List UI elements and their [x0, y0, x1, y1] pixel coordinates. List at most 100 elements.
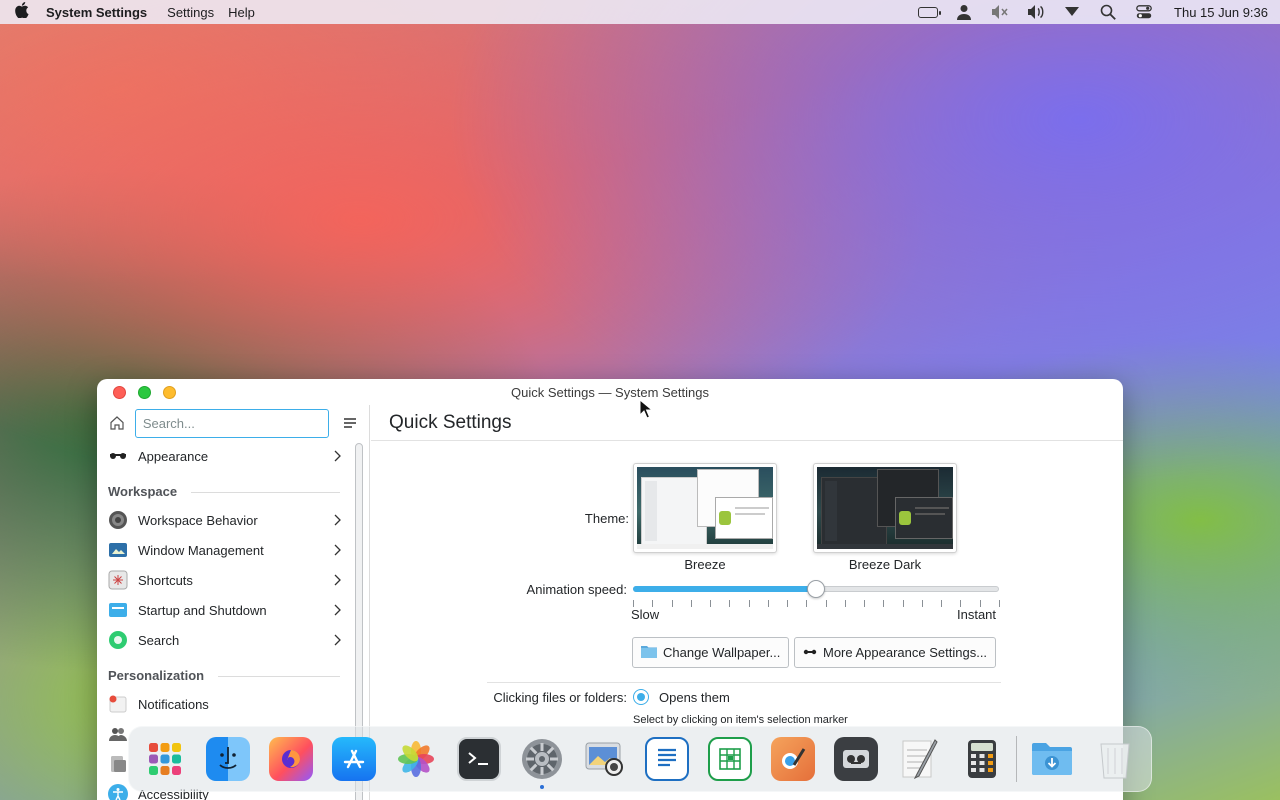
- sidebar-item-workspace-behavior[interactable]: Workspace Behavior: [97, 505, 351, 535]
- sidebar-section-personalization: Personalization: [97, 655, 351, 689]
- battery-icon[interactable]: [918, 4, 942, 20]
- apple-icon[interactable]: [12, 1, 32, 23]
- notifications-icon: [108, 694, 128, 714]
- menu-settings[interactable]: Settings: [167, 5, 214, 20]
- dock: [128, 726, 1152, 792]
- sidebar-item-shortcuts[interactable]: Shortcuts: [97, 565, 351, 595]
- opens-them-option[interactable]: Opens them: [633, 689, 730, 705]
- slider-tick: [999, 600, 1000, 607]
- slider-tick: [825, 600, 827, 607]
- hamburger-menu-icon[interactable]: [341, 414, 359, 432]
- shortcuts-icon: [108, 570, 128, 590]
- accessibility-icon: [108, 784, 128, 800]
- slider-instant-label: Instant: [957, 607, 997, 622]
- theme-name-breeze-dark: Breeze Dark: [848, 557, 922, 572]
- sidebar-item-window-management[interactable]: Window Management: [97, 535, 351, 565]
- control-center-icon[interactable]: [1134, 4, 1154, 20]
- downloads-folder-icon[interactable]: [1030, 736, 1074, 782]
- running-indicator: [539, 785, 544, 789]
- firefox-icon[interactable]: [268, 736, 313, 782]
- menubar-clock[interactable]: Thu 15 Jun 9:36: [1174, 5, 1268, 20]
- slider-fill: [633, 586, 816, 592]
- animation-speed-slider[interactable]: [633, 580, 999, 600]
- opens-them-radio[interactable]: [633, 689, 649, 705]
- system-settings-icon[interactable]: [520, 736, 564, 789]
- app-store-icon[interactable]: [331, 736, 376, 782]
- slider-tick: [671, 600, 673, 607]
- slider-handle[interactable]: [807, 580, 825, 598]
- slider-tick: [844, 600, 846, 607]
- minimize-window-button[interactable]: [163, 385, 176, 399]
- tape-recorder-icon[interactable]: [834, 736, 879, 782]
- theme-preview-dark: [817, 467, 953, 549]
- text-editor-icon[interactable]: [897, 736, 941, 782]
- change-wallpaper-button[interactable]: Change Wallpaper...: [632, 637, 790, 668]
- sidebar-item-search[interactable]: Search: [97, 625, 351, 655]
- slider-slow-label: Slow: [631, 607, 660, 622]
- sidebar-item-appearance[interactable]: Appearance: [97, 441, 351, 471]
- more-appearance-settings-button[interactable]: More Appearance Settings...: [794, 637, 997, 668]
- window-management-icon: [108, 540, 128, 560]
- paint-icon[interactable]: [771, 736, 816, 782]
- slider-tick: [902, 600, 904, 607]
- slider-tick: [633, 600, 634, 607]
- sidebar-item-label: Search: [138, 632, 180, 648]
- slider-tick: [690, 600, 692, 607]
- sidebar-item-startup-shutdown[interactable]: Startup and Shutdown: [97, 595, 351, 625]
- trash-icon[interactable]: [1093, 736, 1137, 782]
- sidebar-search-input[interactable]: [134, 408, 330, 438]
- menu-help[interactable]: Help: [228, 5, 255, 20]
- menubar-app-name[interactable]: System Settings: [46, 5, 147, 20]
- theme-option-breeze[interactable]: [633, 463, 777, 553]
- user-icon[interactable]: [954, 4, 974, 20]
- sidebar-item-notifications[interactable]: Notifications: [97, 689, 351, 719]
- app-launcher-icon[interactable]: [143, 736, 187, 782]
- appearance-icon: [803, 645, 817, 660]
- menu-bar: System Settings Settings Help Thu 15 Jun…: [0, 0, 1280, 24]
- window-title: Quick Settings — System Settings: [511, 384, 709, 400]
- sidebar-section-workspace: Workspace: [97, 471, 351, 505]
- search-icon[interactable]: [1098, 4, 1118, 20]
- sidebar-item-label: Workspace Behavior: [138, 512, 258, 528]
- slider-tick: [960, 600, 962, 607]
- calc-spreadsheet-icon[interactable]: [708, 736, 753, 782]
- close-window-button[interactable]: [113, 385, 126, 399]
- theme-label: Theme:: [584, 511, 629, 526]
- maximize-window-button[interactable]: [138, 385, 151, 399]
- screenshot-icon[interactable]: [583, 736, 627, 782]
- sidebar-search-row: [97, 405, 369, 441]
- slider-tick: [883, 600, 885, 607]
- dock-separator: [1016, 736, 1018, 782]
- slider-tick: [767, 600, 769, 607]
- users-icon: [108, 724, 128, 744]
- startup-icon: [108, 600, 128, 620]
- writer-icon[interactable]: [645, 736, 690, 782]
- workspace-behavior-icon: [108, 510, 128, 530]
- window-titlebar[interactable]: Quick Settings — System Settings: [97, 379, 1123, 405]
- chevron-right-icon: [331, 604, 343, 616]
- chevron-right-icon: [331, 634, 343, 646]
- sidebar-item-label: Notifications: [138, 696, 209, 712]
- content-divider: [487, 682, 1001, 683]
- slider-tick: [748, 600, 750, 607]
- volume-icon[interactable]: [1026, 4, 1046, 20]
- terminal-icon[interactable]: [457, 736, 502, 782]
- sidebar-item-label: Appearance: [138, 448, 209, 464]
- appearance-icon: [108, 446, 128, 466]
- animation-speed-label: Animation speed:: [526, 582, 627, 597]
- chevron-right-icon: [331, 574, 343, 586]
- chevron-right-icon: [331, 514, 343, 526]
- theme-preview-light: [637, 467, 773, 549]
- finder-icon[interactable]: [205, 736, 250, 782]
- calculator-icon[interactable]: [960, 736, 1004, 782]
- slider-ticks: [633, 600, 1000, 608]
- photos-icon[interactable]: [395, 736, 439, 782]
- theme-option-breeze-dark[interactable]: [813, 463, 957, 553]
- system-tray: Thu 15 Jun 9:36: [918, 4, 1268, 20]
- chevron-right-icon: [331, 450, 343, 462]
- home-icon[interactable]: [107, 413, 127, 433]
- mute-icon[interactable]: [990, 4, 1010, 20]
- clicking-files-label: Clicking files or folders:: [493, 690, 627, 705]
- selection-hint-text: Select by clicking on item's selection m…: [633, 714, 848, 726]
- network-icon[interactable]: [1062, 4, 1082, 20]
